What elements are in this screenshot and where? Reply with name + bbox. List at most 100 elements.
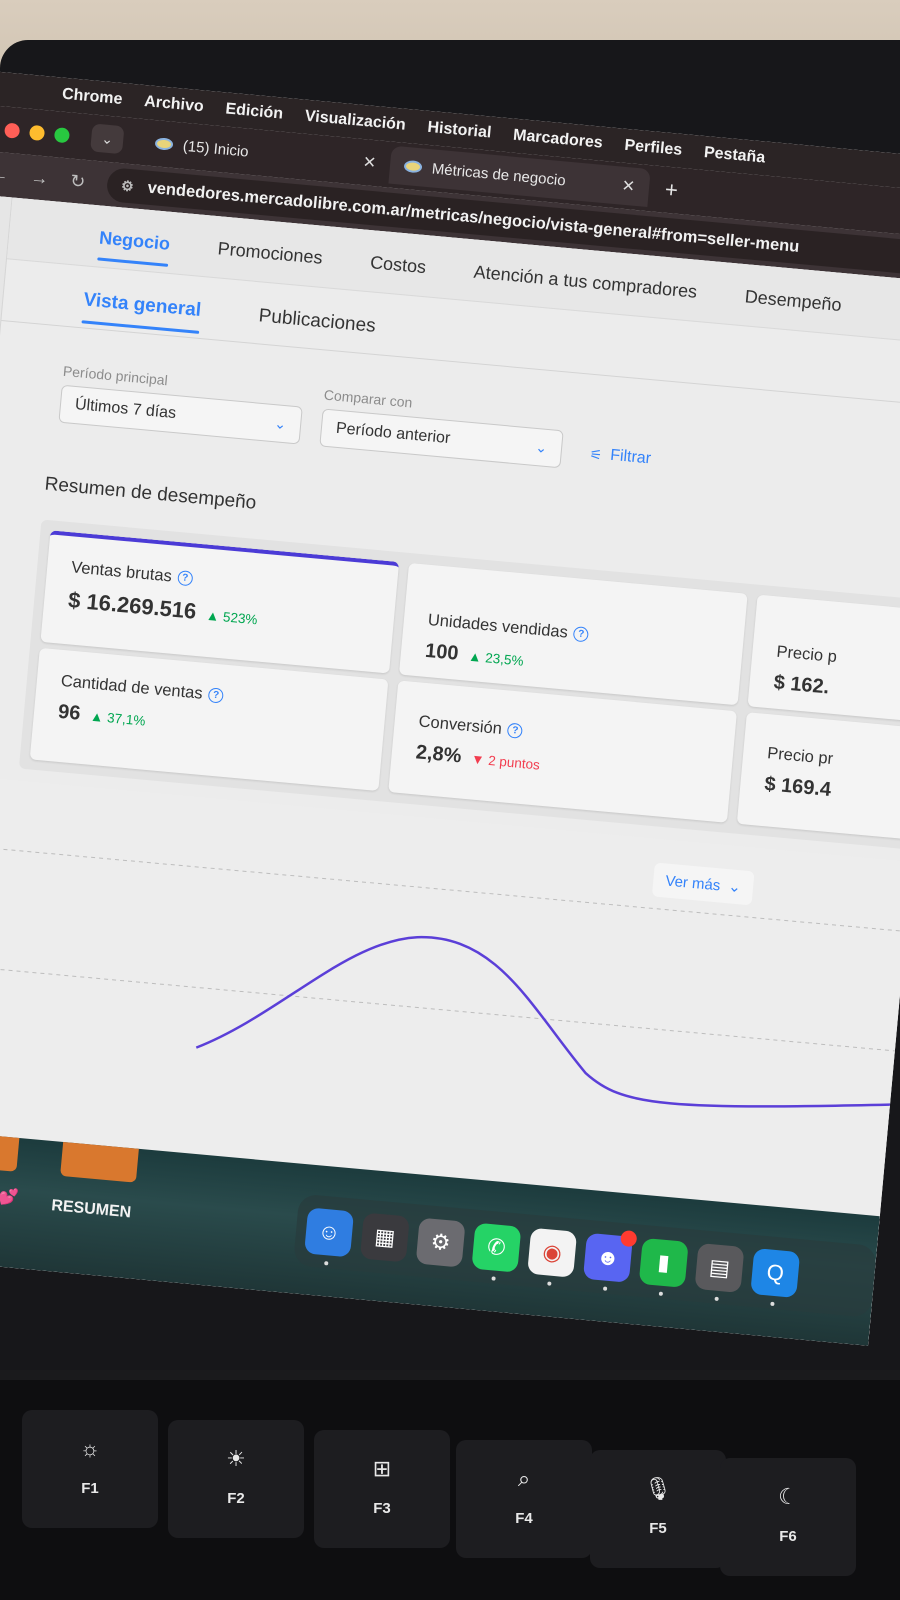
close-icon[interactable]: ✕ — [362, 152, 377, 173]
summary-title: Resumen de desempeño — [43, 473, 258, 514]
desktop-label: ITS NOW 💕 — [0, 1182, 20, 1208]
kpi-value: 100 — [424, 639, 460, 665]
help-icon[interactable]: ? — [177, 570, 194, 587]
microphone-icon: 🎙 — [644, 1476, 672, 1501]
key-f2[interactable]: ☀ F2 — [168, 1420, 304, 1538]
laptop-screen: Chrome Archivo Edición Visualización His… — [0, 70, 900, 1346]
key-f4[interactable]: ⌕ F4 — [456, 1440, 592, 1558]
chart-series-line — [195, 935, 900, 1108]
zoom-window-button[interactable] — [53, 126, 71, 143]
back-icon[interactable]: ← — [0, 163, 10, 186]
window-thumbnail[interactable] — [0, 1131, 20, 1172]
key-label: F1 — [81, 1480, 99, 1497]
launchpad-icon[interactable]: ▦ — [359, 1212, 410, 1263]
compare-value: Período anterior — [335, 419, 452, 448]
menu-visualizacion[interactable]: Visualización — [304, 108, 406, 135]
kpi-value: $ 16.269.516 — [67, 587, 198, 624]
key-label: F5 — [649, 1520, 667, 1537]
menu-edicion[interactable]: Edición — [225, 100, 284, 123]
tab-search-button[interactable]: ⌄ — [90, 123, 125, 155]
tab-publicaciones[interactable]: Publicaciones — [256, 305, 377, 353]
tab-title: Métricas de negocio — [431, 159, 567, 189]
see-more-label: Ver más — [664, 872, 722, 894]
kpi-label: Cantidad de ventas — [60, 671, 204, 703]
reload-icon[interactable]: ↻ — [69, 170, 86, 192]
tab-negocio[interactable]: Negocio — [97, 228, 171, 273]
site-info-icon[interactable]: ⚙ — [120, 177, 135, 195]
chrome-icon[interactable]: ◉ — [527, 1227, 578, 1286]
compare-filter: Comparar con Período anterior ⌄ — [319, 387, 565, 469]
key-label: F3 — [373, 1500, 391, 1517]
kpi-label: Precio p — [775, 642, 838, 667]
settings-icon[interactable]: ⚙ — [415, 1217, 466, 1268]
key-f1[interactable]: ☼ F1 — [22, 1410, 158, 1528]
chart-gridline — [3, 848, 900, 936]
moon-icon: ☾ — [778, 1484, 798, 1509]
kpi-label: Unidades vendidas — [427, 610, 569, 642]
key-label: F4 — [515, 1510, 533, 1527]
menu-archivo[interactable]: Archivo — [143, 93, 205, 116]
kpi-avg-price-2[interactable]: Precio pr $ 169.4 — [736, 712, 900, 851]
sliders-icon: ⚟ — [589, 445, 604, 463]
numbers-icon[interactable]: ▮ — [638, 1237, 689, 1296]
brightness-up-icon: ☀ — [226, 1446, 246, 1471]
kpi-delta: ▲ 37,1% — [89, 708, 146, 729]
help-icon[interactable]: ? — [207, 687, 225, 704]
kpi-value: $ 162. — [772, 671, 831, 699]
apple-icon[interactable] — [18, 91, 40, 93]
chevron-down-icon: ⌄ — [534, 438, 548, 456]
close-window-button[interactable] — [4, 122, 21, 139]
menu-chrome[interactable]: Chrome — [61, 86, 123, 109]
kpi-label: Ventas brutas — [70, 558, 173, 586]
period-filter: Período principal Últimos 7 días ⌄ — [58, 363, 304, 445]
kpi-value: $ 169.4 — [763, 773, 832, 802]
key-label: F2 — [227, 1490, 245, 1507]
tab-favicon-icon — [403, 159, 423, 174]
kpi-label: Precio pr — [766, 744, 834, 769]
kpi-delta-value: 523% — [222, 609, 259, 628]
kpi-delta: ▲ 23,5% — [467, 648, 525, 669]
minimize-window-button[interactable] — [28, 124, 46, 141]
menu-marcadores[interactable]: Marcadores — [512, 127, 603, 153]
menu-pestana[interactable]: Pestaña — [703, 144, 766, 167]
kpi-delta: ▲ 523% — [205, 607, 259, 628]
help-icon[interactable]: ? — [507, 722, 524, 739]
filter-button[interactable]: ⚟ Filtrar — [588, 445, 652, 476]
kpi-delta-value: 2 puntos — [487, 752, 541, 773]
key-f5[interactable]: 🎙 F5 — [590, 1450, 726, 1568]
filter-label: Filtrar — [609, 446, 652, 468]
mission-control-icon: ⊞ — [372, 1456, 392, 1481]
tab-vista-general[interactable]: Vista general — [81, 289, 202, 338]
close-icon[interactable]: ✕ — [621, 176, 636, 197]
tab-costos[interactable]: Costos — [368, 252, 427, 296]
calculator-icon[interactable]: ▤ — [694, 1242, 745, 1301]
key-f6[interactable]: ☾ F6 — [720, 1458, 856, 1576]
kpi-sales-count[interactable]: Cantidad de ventas? 96 ▲ 37,1% — [29, 647, 389, 792]
keyboard: ☼ F1 ☀ F2 ⊞ F3 ⌕ F4 🎙 F5 ☾ F6 — [0, 1380, 900, 1600]
help-icon[interactable]: ? — [573, 626, 590, 643]
key-f3[interactable]: ⊞ F3 — [314, 1430, 450, 1548]
kpi-value: 96 — [57, 700, 82, 725]
window-thumbnail[interactable] — [60, 1141, 139, 1183]
forward-icon[interactable]: → — [30, 167, 50, 190]
period-value: Últimos 7 días — [74, 396, 177, 423]
whatsapp-icon[interactable]: ✆ — [471, 1222, 522, 1281]
key-label: F6 — [779, 1528, 797, 1545]
kpi-units-sold[interactable]: Unidades vendidas? 100 ▲ 23,5% — [398, 562, 748, 706]
kpi-avg-price-1[interactable]: Precio p $ 162. — [747, 594, 900, 734]
desktop-label: RESUMEN — [50, 1197, 132, 1222]
dock: ☺ ▦ ⚙ ✆ ◉ ☻ ▮ ▤ Q — [292, 1193, 878, 1318]
menu-perfiles[interactable]: Perfiles — [624, 137, 683, 160]
discord-icon[interactable]: ☻ — [582, 1229, 638, 1291]
chart-gridline — [0, 968, 900, 1055]
kpi-delta: ▼ 2 puntos — [470, 751, 541, 773]
tab-favicon-icon — [154, 137, 174, 151]
quicktime-icon[interactable]: Q — [750, 1248, 801, 1307]
filters: Período principal Últimos 7 días ⌄ Compa… — [58, 363, 654, 477]
kpi-conversion[interactable]: Conversión? 2,8% ▼ 2 puntos — [388, 680, 737, 823]
menu-historial[interactable]: Historial — [427, 119, 492, 143]
chevron-down-icon: ⌄ — [727, 878, 742, 897]
new-tab-button[interactable]: + — [664, 177, 679, 204]
finder-icon[interactable]: ☺ — [304, 1207, 355, 1266]
kpi-value: 2,8% — [414, 741, 463, 768]
